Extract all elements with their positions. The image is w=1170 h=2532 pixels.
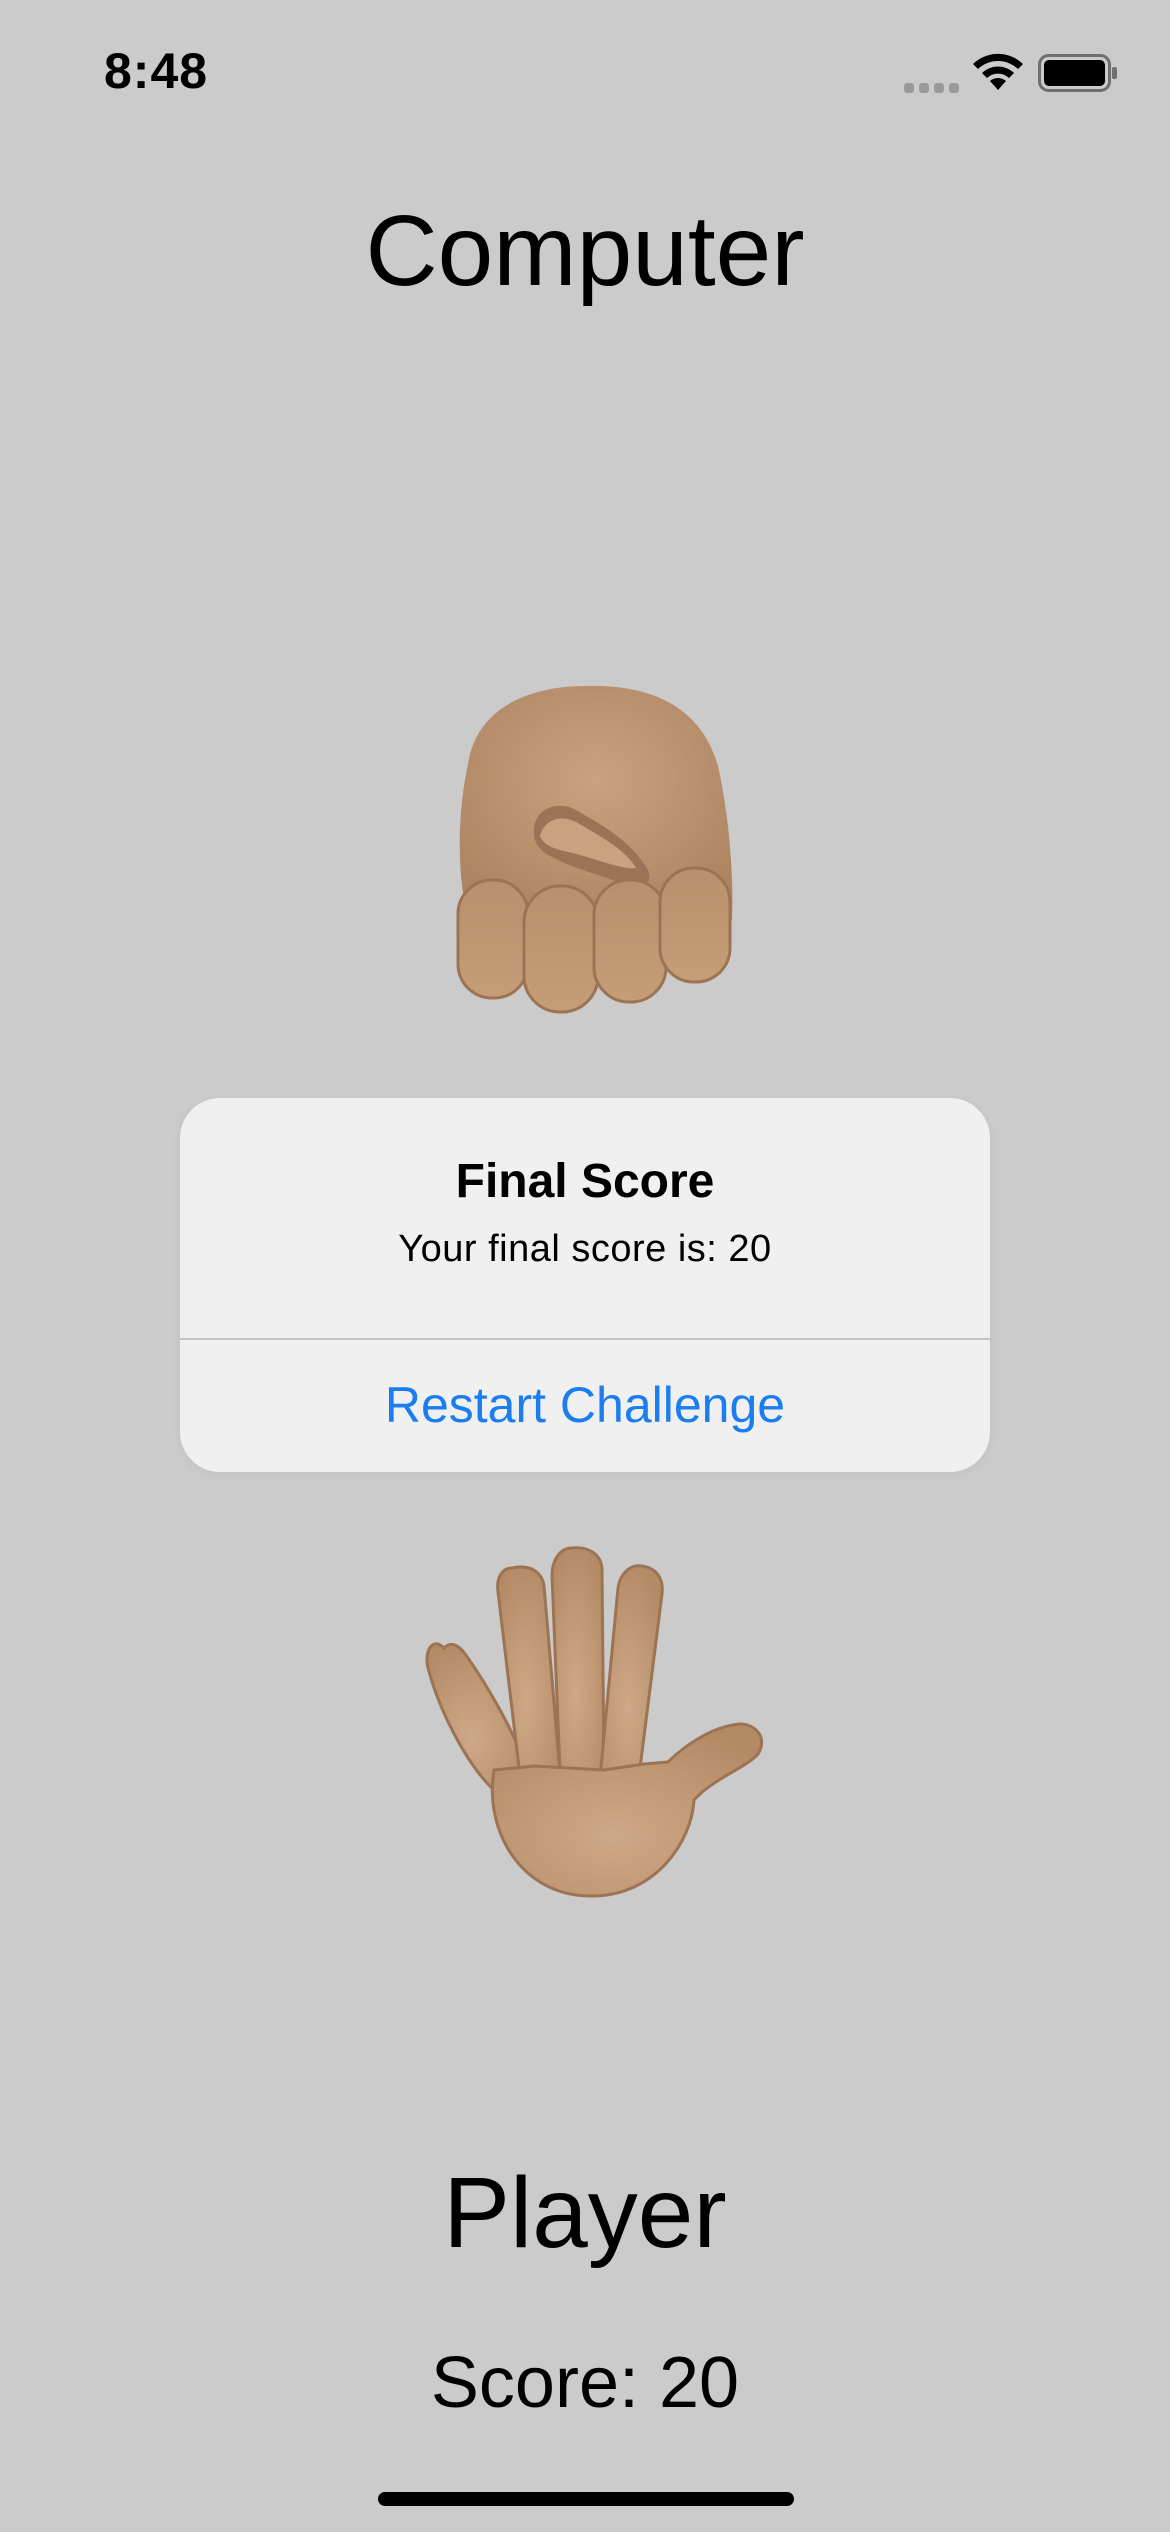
final-score-alert: Final Score Your final score is: 20 Rest…	[180, 1098, 990, 1472]
home-indicator[interactable]	[378, 2492, 794, 2506]
restart-challenge-button[interactable]: Restart Challenge	[180, 1340, 990, 1472]
alert-message: Your final score is: 20	[398, 1228, 772, 1270]
alert-title: Final Score	[455, 1155, 715, 1208]
